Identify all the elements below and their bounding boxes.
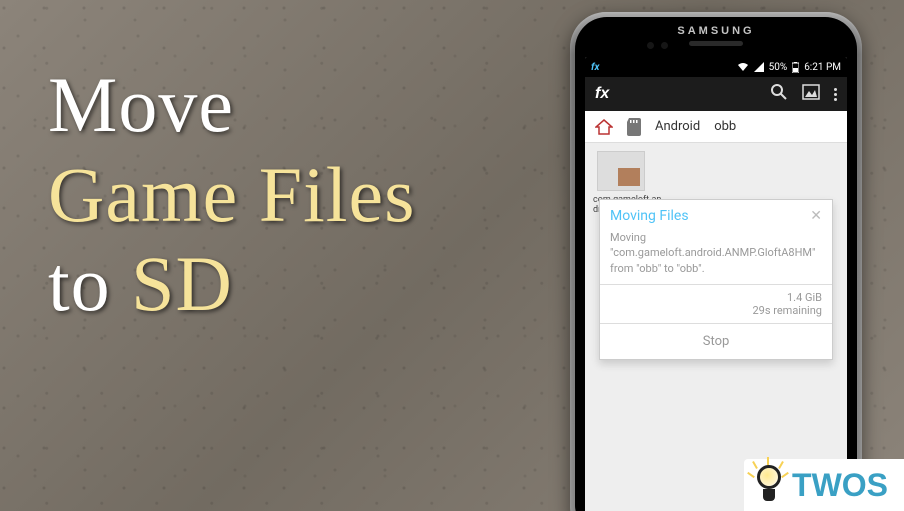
breadcrumb-storage[interactable]	[627, 118, 641, 136]
status-time: 6:21 PM	[804, 62, 841, 73]
title-highlight-2: SD	[131, 240, 233, 327]
breadcrumb-seg-obb[interactable]: obb	[714, 119, 736, 134]
phone-screen: fx 50% 6:21 PM fx	[585, 57, 847, 511]
breadcrumb-home[interactable]	[595, 119, 613, 135]
signal-icon	[754, 62, 764, 72]
home-icon	[595, 119, 613, 135]
title-line-3-prefix: to	[48, 240, 131, 327]
phone-bezel: SAMSUNG fx 50%	[575, 17, 857, 511]
dialog-line-fromto: from "obb" to "obb".	[610, 261, 822, 276]
dialog-stop-button[interactable]: Stop	[600, 323, 832, 359]
dialog-eta: 29s remaining	[610, 304, 822, 317]
dialog-close-icon[interactable]: ✕	[810, 208, 822, 224]
dialog-title: Moving Files	[610, 208, 689, 224]
lightbulb-icon	[754, 465, 784, 505]
overlay-title: Move Game Files to SD	[48, 60, 415, 329]
title-line-2: Game Files	[48, 150, 415, 240]
folder-thumbnail-icon	[597, 151, 645, 191]
earpiece	[689, 41, 743, 46]
sd-card-icon	[627, 118, 641, 136]
dialog-stats: 1.4 GiB 29s remaining	[600, 285, 832, 323]
phone-brand: SAMSUNG	[575, 25, 857, 37]
search-icon[interactable]	[770, 83, 788, 105]
title-line-3: to SD	[48, 239, 415, 329]
title-highlight-1: Game Files	[48, 151, 415, 238]
watermark-text: TWOS	[792, 467, 888, 504]
wifi-icon	[737, 62, 749, 72]
phone-frame: SAMSUNG fx 50%	[570, 12, 862, 511]
file-grid: com.gameloft.android.ANMP.Gl Moving File…	[585, 143, 847, 511]
breadcrumb-seg-android[interactable]: Android	[655, 119, 700, 134]
gallery-icon[interactable]	[802, 84, 820, 104]
dialog-size: 1.4 GiB	[610, 291, 822, 304]
battery-icon	[792, 62, 799, 73]
sensors	[647, 42, 654, 49]
breadcrumb-bar: Android obb	[585, 111, 847, 143]
status-app-icon: fx	[591, 62, 599, 73]
watermark: TWOS	[744, 459, 904, 511]
dialog-body: Moving "com.gameloft.android.ANMP.GloftA…	[600, 228, 832, 284]
dialog-line-moving: Moving	[610, 230, 822, 245]
android-status-bar: fx 50% 6:21 PM	[585, 57, 847, 77]
dialog-line-filename: "com.gameloft.android.ANMP.GloftA8HM"	[610, 245, 822, 260]
app-bar: fx	[585, 77, 847, 111]
moving-files-dialog: Moving Files ✕ Moving "com.gameloft.andr…	[599, 199, 833, 360]
battery-percent: 50%	[769, 62, 788, 73]
overflow-menu-icon[interactable]	[834, 88, 837, 101]
title-line-1: Move	[48, 60, 415, 150]
app-logo[interactable]: fx	[595, 85, 609, 103]
